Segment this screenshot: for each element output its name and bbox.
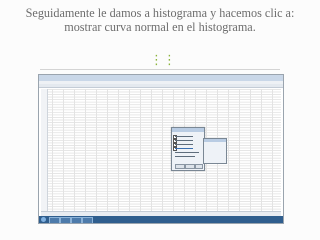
row-number-column — [41, 89, 48, 211]
three-links-icon: ⋮⋮ — [150, 53, 176, 68]
taskbar-item — [71, 217, 82, 223]
taskbar-item — [60, 217, 71, 223]
option-label — [175, 143, 193, 145]
start-button-icon — [41, 217, 46, 222]
dialog-titlebar — [204, 139, 226, 142]
option-label — [175, 139, 193, 141]
toolbar — [39, 84, 283, 88]
taskbar — [39, 216, 283, 223]
option-label — [175, 135, 193, 137]
option-label — [175, 152, 199, 153]
dialog-titlebar — [172, 128, 204, 132]
cancel-button — [185, 164, 195, 169]
continue-button — [175, 164, 185, 169]
secondary-dialog — [203, 138, 227, 164]
show-normal-curve-option — [175, 147, 193, 149]
slide-title: Seguidamente le damos a histograma y hac… — [25, 6, 295, 34]
taskbar-item — [49, 217, 60, 223]
taskbar-item — [82, 217, 93, 223]
title-divider — [40, 69, 280, 70]
data-grid — [41, 89, 281, 211]
option-label — [175, 156, 195, 157]
histogram-dialog — [171, 127, 205, 171]
help-button — [195, 164, 203, 169]
embedded-screenshot — [38, 74, 284, 224]
